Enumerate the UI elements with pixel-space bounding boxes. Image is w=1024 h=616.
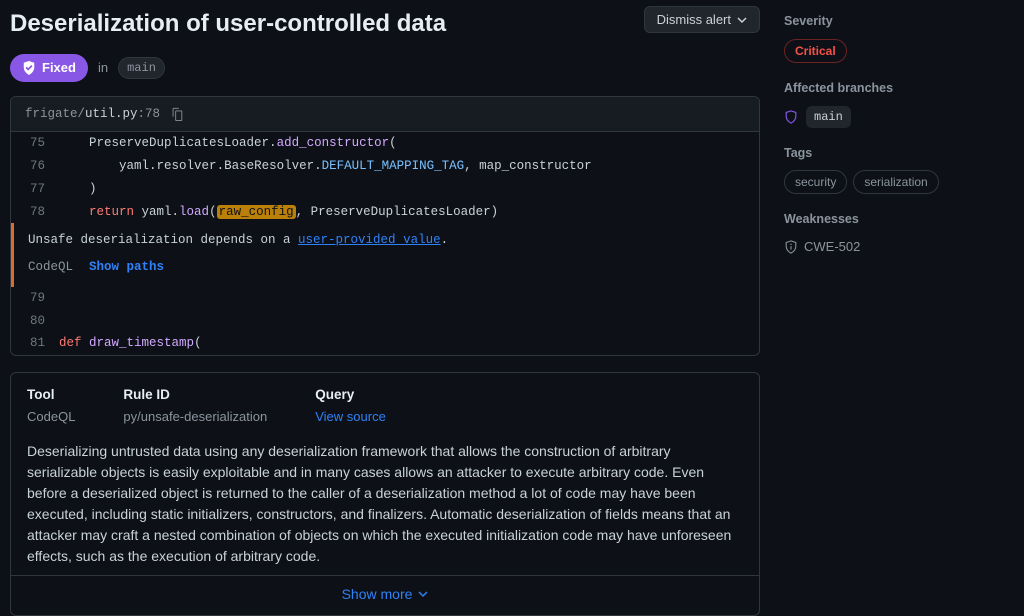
- line-number: 79: [11, 287, 59, 310]
- weakness-item[interactable]: CWE-502: [784, 237, 1008, 257]
- info-rule-label: Rule ID: [123, 385, 267, 405]
- weaknesses-heading: Weaknesses: [784, 210, 1008, 229]
- code-content: return yaml.load(raw_config, PreserveDup…: [59, 201, 498, 224]
- tag-chip[interactable]: serialization: [853, 170, 938, 194]
- alert-tool: CodeQL: [28, 258, 73, 277]
- status-branch-chip[interactable]: main: [118, 57, 165, 79]
- file-path-prefix: frigate/: [25, 107, 85, 121]
- code-line: 80: [11, 310, 759, 333]
- affected-branch-name: main: [806, 106, 851, 128]
- code-line: 76 yaml.resolver.BaseResolver.DEFAULT_MA…: [11, 155, 759, 178]
- show-more-button[interactable]: Show more: [11, 575, 759, 615]
- code-card: frigate/util.py:78 75 PreserveDuplicates…: [10, 96, 760, 357]
- alert-message-prefix: Unsafe deserialization depends on a: [28, 233, 298, 247]
- weakness-id: CWE-502: [804, 237, 860, 257]
- code-line: 75 PreserveDuplicatesLoader.add_construc…: [11, 132, 759, 155]
- code-content: ): [59, 178, 97, 201]
- status-row: Fixed in main: [10, 54, 760, 82]
- check-shield-icon: [22, 61, 36, 75]
- info-card: Tool CodeQL Rule ID py/unsafe-deserializ…: [10, 372, 760, 616]
- page-title: Deserialization of user-controlled data: [10, 6, 446, 42]
- copy-icon[interactable]: [170, 107, 184, 121]
- show-paths-link[interactable]: Show paths: [89, 258, 164, 277]
- chevron-down-icon: [737, 15, 747, 25]
- status-in-label: in: [98, 58, 108, 78]
- line-number: 75: [11, 132, 59, 155]
- line-number: 81: [11, 332, 59, 355]
- highlighted-token: raw_config: [217, 205, 296, 219]
- code-line: 79: [11, 287, 759, 310]
- info-tool-label: Tool: [27, 385, 75, 405]
- file-name: util.py: [85, 107, 138, 121]
- severity-heading: Severity: [784, 12, 1008, 31]
- code-body: 75 PreserveDuplicatesLoader.add_construc…: [11, 132, 759, 355]
- line-number: 77: [11, 178, 59, 201]
- tag-chip[interactable]: security: [784, 170, 847, 194]
- show-more-label: Show more: [342, 584, 413, 605]
- line-number: 76: [11, 155, 59, 178]
- alert-block: Unsafe deserialization depends on a user…: [11, 223, 759, 287]
- affected-branch[interactable]: main: [784, 106, 1008, 128]
- code-line: 78 return yaml.load(raw_config, Preserve…: [11, 201, 759, 224]
- status-badge-text: Fixed: [42, 58, 76, 78]
- dismiss-alert-label: Dismiss alert: [657, 12, 731, 27]
- code-line: 81def draw_timestamp(: [11, 332, 759, 355]
- sidebar: Severity Critical Affected branches main…: [784, 0, 1008, 616]
- chevron-down-icon: [418, 589, 428, 599]
- code-line: 77 ): [11, 178, 759, 201]
- code-content: PreserveDuplicatesLoader.add_constructor…: [59, 132, 397, 155]
- info-tool-value: CodeQL: [27, 407, 75, 427]
- shield-icon: [784, 110, 798, 124]
- info-description: Deserializing untrusted data using any d…: [11, 437, 759, 575]
- file-line: :78: [138, 107, 161, 121]
- tags-heading: Tags: [784, 144, 1008, 163]
- line-number: 78: [11, 201, 59, 224]
- branches-heading: Affected branches: [784, 79, 1008, 98]
- info-query-label: Query: [315, 385, 386, 405]
- severity-pill: Critical: [784, 39, 847, 63]
- code-file-header: frigate/util.py:78: [11, 97, 759, 133]
- code-content: yaml.resolver.BaseResolver.DEFAULT_MAPPI…: [59, 155, 592, 178]
- alert-message-suffix: .: [441, 233, 449, 247]
- info-shield-icon: [784, 240, 798, 254]
- info-rule-value: py/unsafe-deserialization: [123, 407, 267, 427]
- line-number: 80: [11, 310, 59, 333]
- code-content: def draw_timestamp(: [59, 332, 202, 355]
- status-badge: Fixed: [10, 54, 88, 82]
- alert-message: Unsafe deserialization depends on a user…: [28, 231, 745, 250]
- alert-message-link[interactable]: user-provided value: [298, 233, 441, 247]
- info-query-link[interactable]: View source: [315, 409, 386, 424]
- dismiss-alert-button[interactable]: Dismiss alert: [644, 6, 760, 33]
